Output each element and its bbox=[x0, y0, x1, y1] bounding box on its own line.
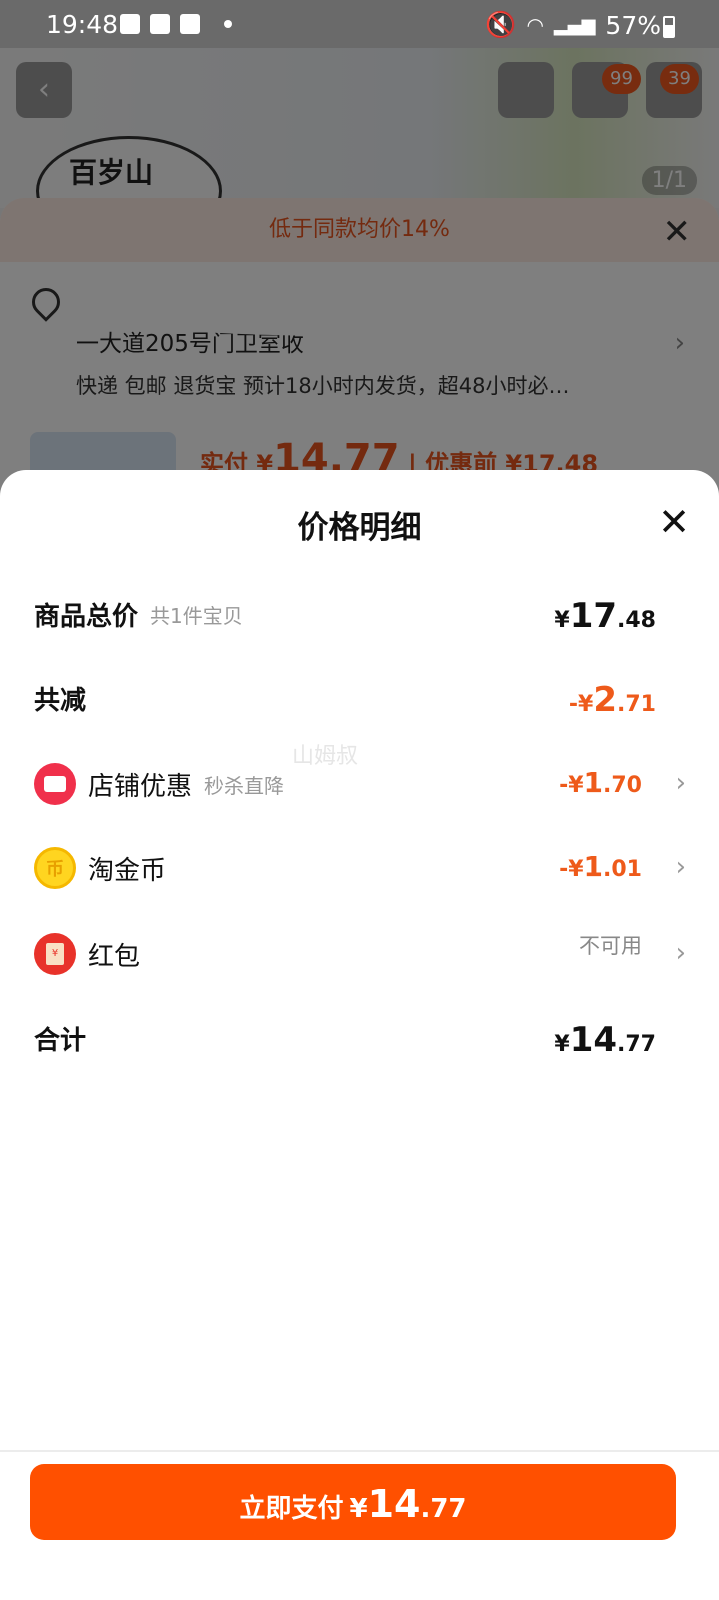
dot-icon bbox=[224, 20, 232, 28]
signal-icon: ▂▄▆ bbox=[553, 14, 596, 36]
discount-total-label: 共减 bbox=[34, 685, 87, 716]
red-packet-label: 红包 bbox=[88, 941, 141, 972]
shop-discount-currency: -¥ bbox=[559, 773, 584, 798]
chevron-right-icon: › bbox=[675, 938, 686, 968]
subtotal-currency: ¥ bbox=[554, 608, 570, 633]
bag-icon bbox=[150, 14, 170, 34]
gold-coin-value: -¥ 1.01 bbox=[559, 838, 642, 898]
shop-discount-sub: 秒杀直降 bbox=[204, 773, 285, 798]
pay-now-dec: .77 bbox=[420, 1494, 467, 1524]
status-time: 19:48 bbox=[46, 10, 119, 39]
total-label: 合计 bbox=[34, 1025, 87, 1056]
status-right: 🔇 ◠ ▂▄▆ 57% bbox=[485, 10, 661, 40]
pay-now-label: 立即支付 bbox=[239, 1494, 344, 1524]
discount-total-dec: .71 bbox=[617, 692, 656, 717]
gold-coin-dec: .01 bbox=[603, 857, 642, 882]
red-packet-icon: ¥ bbox=[34, 933, 76, 975]
battery-percent: 57% bbox=[605, 10, 661, 40]
row-total: 合计 ¥14.77 bbox=[34, 1008, 686, 1068]
shop-discount-dec: .70 bbox=[603, 773, 642, 798]
chevron-right-icon: › bbox=[675, 768, 686, 798]
footer-divider bbox=[0, 1450, 719, 1452]
image-icon bbox=[120, 14, 140, 34]
status-bar: 19:48 🔇 ◠ ▂▄▆ 57% bbox=[0, 0, 719, 48]
red-packet-value: 不可用 bbox=[579, 934, 642, 958]
price-detail-sheet: 价格明细 ✕ 山姆叔 商品总价 共1件宝贝 ¥17.48 共减 -¥ 2.71 店… bbox=[0, 470, 719, 1600]
row-shop-discount[interactable]: 店铺优惠 秒杀直降 -¥ 1.70 › bbox=[34, 754, 686, 814]
total-int: 14 bbox=[569, 1020, 618, 1060]
coin-icon: 币 bbox=[34, 847, 76, 889]
check-icon bbox=[180, 14, 200, 34]
shop-discount-value: -¥ 1.70 bbox=[559, 754, 642, 814]
subtotal-int: 17 bbox=[569, 596, 618, 636]
battery-icon bbox=[663, 16, 675, 38]
pay-now-button[interactable]: 立即支付 ¥14.77 bbox=[30, 1464, 676, 1540]
subtotal-label: 商品总价 bbox=[34, 601, 139, 632]
subtotal-dec: .48 bbox=[617, 608, 656, 633]
chevron-right-icon: › bbox=[675, 852, 686, 882]
gold-coin-int: 1 bbox=[583, 850, 604, 883]
total-currency: ¥ bbox=[554, 1032, 570, 1057]
row-discount-total: 共减 -¥ 2.71 bbox=[34, 668, 686, 728]
row-red-packet[interactable]: ¥ 红包 不可用 › bbox=[34, 924, 686, 984]
discount-total-int: 2 bbox=[593, 680, 618, 720]
discount-total-currency: -¥ bbox=[568, 692, 594, 717]
sheet-title: 价格明细 bbox=[297, 510, 422, 546]
shop-discount-label: 店铺优惠 bbox=[88, 771, 193, 802]
gold-coin-label: 淘金币 bbox=[88, 855, 167, 886]
pay-now-currency: ¥ bbox=[349, 1494, 368, 1524]
subtotal-value: ¥17.48 bbox=[554, 584, 656, 644]
close-button[interactable]: ✕ bbox=[654, 502, 694, 542]
total-dec: .77 bbox=[617, 1032, 656, 1057]
gold-coin-currency: -¥ bbox=[559, 857, 584, 882]
discount-total-value: -¥ 2.71 bbox=[569, 668, 656, 728]
notification-icons bbox=[120, 14, 232, 34]
total-value: ¥14.77 bbox=[554, 1008, 656, 1068]
row-subtotal: 商品总价 共1件宝贝 ¥17.48 bbox=[34, 584, 686, 644]
pay-now-int: 14 bbox=[367, 1482, 421, 1526]
row-gold-coin[interactable]: 币 淘金币 -¥ 1.01 › bbox=[34, 838, 686, 898]
shop-discount-int: 1 bbox=[583, 766, 604, 799]
mute-icon: 🔇 bbox=[485, 10, 517, 39]
wifi-icon: ◠ bbox=[526, 13, 544, 37]
shop-icon bbox=[34, 763, 76, 805]
subtotal-count: 共1件宝贝 bbox=[150, 603, 243, 628]
